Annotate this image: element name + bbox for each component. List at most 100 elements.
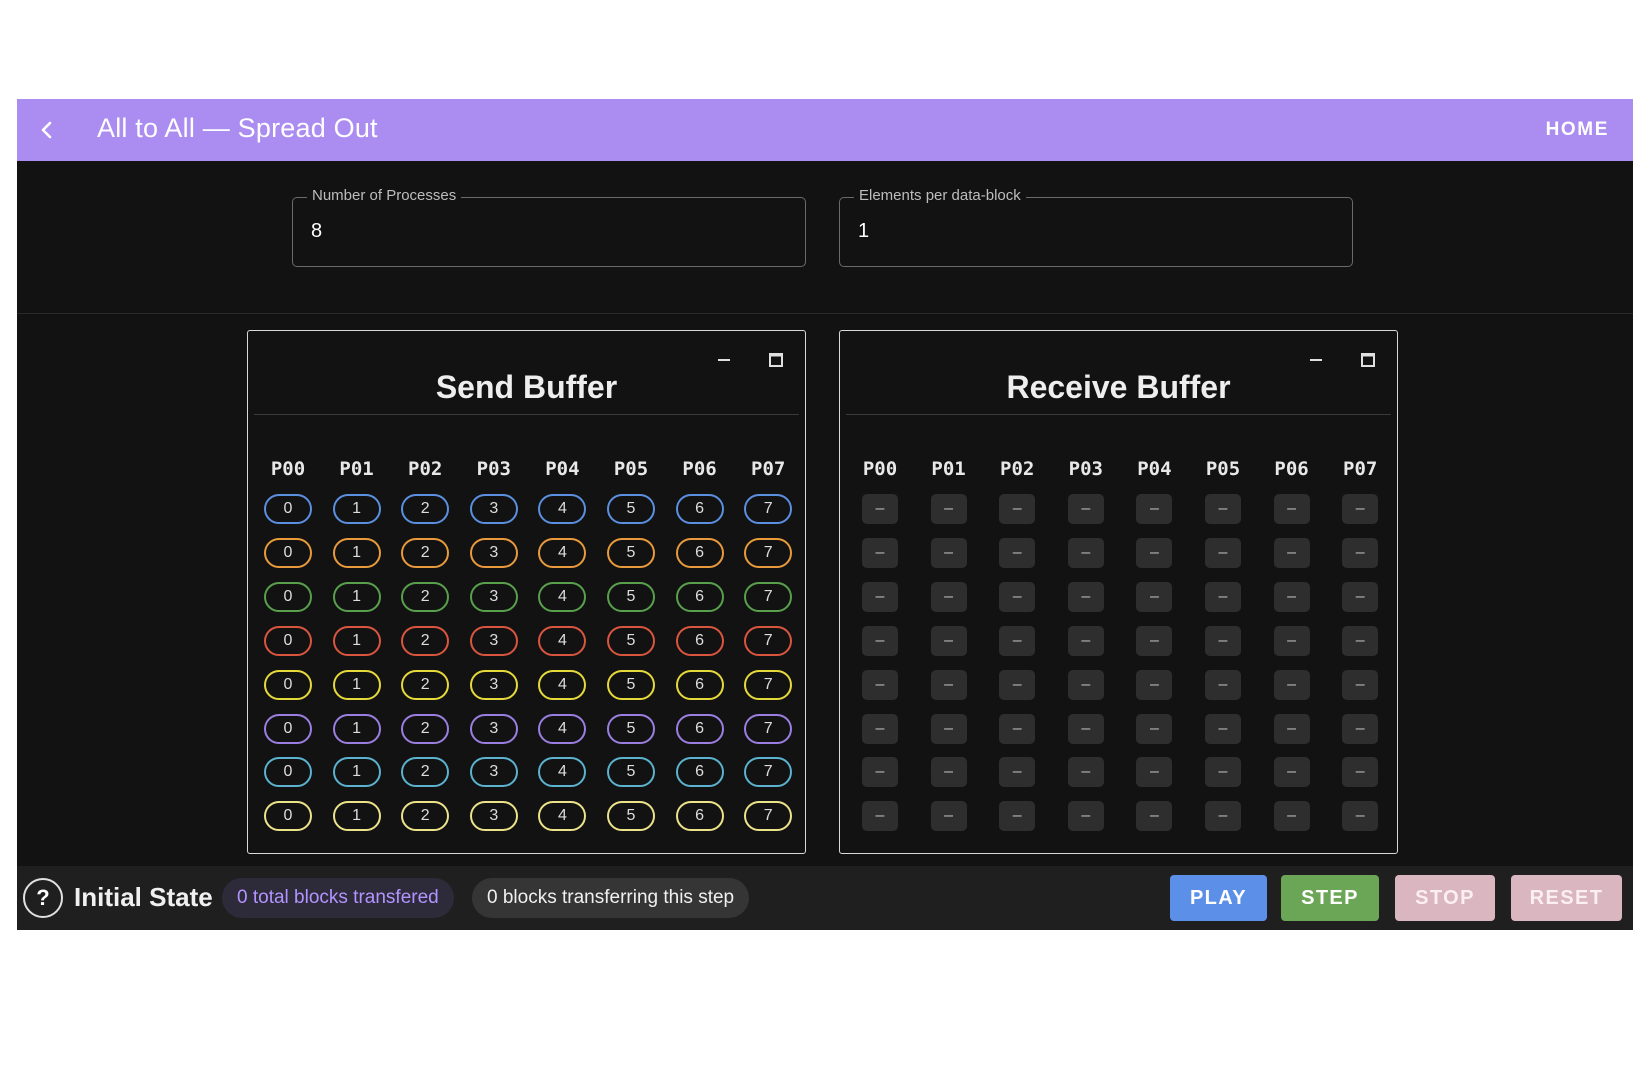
reset-button[interactable]: RESET <box>1511 875 1622 921</box>
send-block: 3 <box>469 581 518 612</box>
receive-slot: – <box>1067 581 1104 612</box>
send-block: 4 <box>538 537 587 568</box>
send-block: 5 <box>607 494 655 524</box>
receive-slot: – <box>862 581 898 612</box>
send-block: 0 <box>264 494 312 524</box>
send-block: 6 <box>675 581 724 612</box>
receive-slot: – <box>1067 801 1104 832</box>
receive-slot: – <box>1136 494 1173 524</box>
send-block: 5 <box>607 713 655 744</box>
minimize-button[interactable] <box>713 349 735 371</box>
maximize-icon <box>1361 353 1375 367</box>
send-block: 1 <box>332 581 381 612</box>
send-buffer-title: Send Buffer <box>435 369 618 405</box>
minimize-icon <box>1310 359 1322 361</box>
send-block: 6 <box>675 713 724 744</box>
receive-slot: – <box>1205 757 1241 788</box>
send-block: 3 <box>469 757 518 788</box>
send-block: 7 <box>744 581 793 612</box>
send-column-header: P02 <box>408 458 443 480</box>
receive-slot: – <box>1067 757 1104 788</box>
send-block: 6 <box>675 625 724 656</box>
help-button[interactable]: ? <box>23 878 63 918</box>
send-block: 7 <box>744 494 793 524</box>
receive-slot: – <box>1136 669 1173 700</box>
send-block: 0 <box>264 537 312 568</box>
maximize-button[interactable] <box>765 349 787 371</box>
send-column-header: P01 <box>339 458 374 480</box>
controls-section: Number of Processes Elements per data-bl… <box>17 161 1633 314</box>
send-column-header: P04 <box>545 458 580 480</box>
receive-slot: – <box>1136 625 1173 656</box>
receive-slot: – <box>1067 537 1104 568</box>
receive-slot: – <box>999 537 1036 568</box>
receive-slot: – <box>930 713 967 744</box>
receive-slot: – <box>1273 581 1310 612</box>
receive-slot: – <box>1067 494 1104 524</box>
receive-slot: – <box>1273 801 1310 832</box>
send-block: 6 <box>675 669 724 700</box>
processes-input[interactable] <box>311 220 781 243</box>
receive-slot: – <box>999 713 1036 744</box>
maximize-button[interactable] <box>1357 349 1379 371</box>
receive-slot: – <box>1205 801 1241 832</box>
receive-slot: – <box>1205 669 1241 700</box>
panel-divider <box>254 414 799 415</box>
receive-slot: – <box>930 581 967 612</box>
app-bar: All to All — Spread Out HOME <box>17 99 1633 161</box>
elements-input[interactable] <box>858 220 1328 243</box>
send-block: 2 <box>401 537 450 568</box>
receive-slot: – <box>862 757 898 788</box>
send-block: 2 <box>401 757 450 788</box>
send-block: 0 <box>264 669 312 700</box>
stop-button[interactable]: STOP <box>1395 875 1495 921</box>
send-column-header: P03 <box>476 458 511 480</box>
receive-column-header: P05 <box>1205 458 1241 480</box>
send-block: 4 <box>538 581 587 612</box>
receive-slot: – <box>1273 757 1310 788</box>
send-block: 0 <box>264 757 312 788</box>
receive-column-header: P06 <box>1274 458 1309 480</box>
step-button[interactable]: STEP <box>1281 875 1379 921</box>
receive-slot: – <box>862 669 898 700</box>
send-block: 5 <box>607 581 655 612</box>
receive-slot: – <box>862 625 898 656</box>
send-block: 5 <box>607 537 655 568</box>
send-block: 7 <box>744 669 793 700</box>
panel-divider <box>846 414 1391 415</box>
send-block: 4 <box>538 801 587 832</box>
send-block: 3 <box>469 801 518 832</box>
receive-slot: – <box>1136 581 1173 612</box>
play-button[interactable]: PLAY <box>1170 875 1267 921</box>
send-block: 2 <box>401 669 450 700</box>
send-block: 3 <box>469 713 518 744</box>
status-bar: ? Initial State 0 total blocks transfere… <box>17 866 1633 930</box>
send-block: 1 <box>332 757 381 788</box>
receive-buffer-title: Receive Buffer <box>1006 369 1231 405</box>
send-block: 2 <box>401 713 450 744</box>
send-column-header: P07 <box>751 458 786 480</box>
receive-slot: – <box>862 713 898 744</box>
receive-column-header: P00 <box>862 458 898 480</box>
send-block: 0 <box>264 625 312 656</box>
send-column-header: P05 <box>613 458 649 480</box>
send-block: 7 <box>744 757 793 788</box>
send-block: 5 <box>607 801 655 832</box>
receive-slot: – <box>1342 801 1379 832</box>
back-button[interactable] <box>31 114 63 146</box>
receive-slot: – <box>1342 669 1379 700</box>
step-blocks-chip: 0 blocks transferring this step <box>472 878 750 918</box>
send-block: 0 <box>264 581 312 612</box>
receive-slot: – <box>1273 625 1310 656</box>
receive-buffer-panel: Receive Buffer P00 P01 P02 P03 P04 P05 P06 P07 –… <box>839 330 1398 854</box>
send-block: 5 <box>607 757 655 788</box>
minimize-button[interactable] <box>1305 349 1327 371</box>
receive-slot: – <box>999 625 1036 656</box>
send-block: 1 <box>332 669 381 700</box>
receive-slot: – <box>1342 713 1379 744</box>
receive-slot: – <box>862 801 898 832</box>
send-block: 3 <box>469 494 518 524</box>
receive-slot: – <box>1205 537 1241 568</box>
send-block: 2 <box>401 581 450 612</box>
home-link[interactable]: HOME <box>1546 119 1609 141</box>
